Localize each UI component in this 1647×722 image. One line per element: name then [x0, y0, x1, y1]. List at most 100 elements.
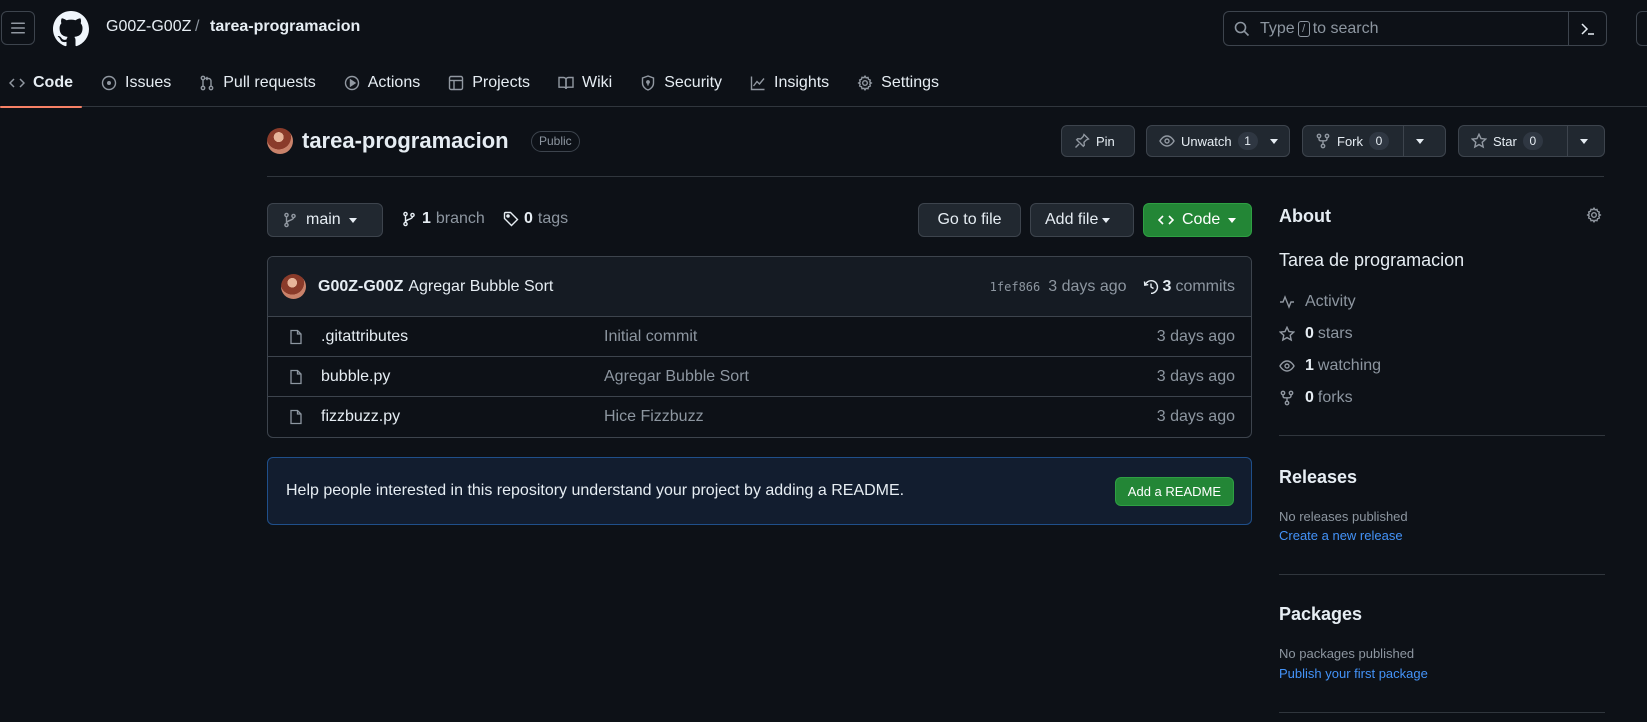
commit-count-label: commits — [1175, 278, 1235, 295]
star-icon — [1279, 326, 1295, 342]
commit-age: 3 days ago — [1048, 278, 1127, 295]
commit-author-avatar[interactable] — [281, 274, 306, 299]
code-icon — [9, 77, 25, 88]
branch-count: 1 — [422, 210, 431, 227]
file-icon — [290, 369, 302, 385]
star-icon — [1471, 133, 1487, 149]
pin-button[interactable]: Pin — [1061, 125, 1135, 157]
star-button[interactable]: Star 0 — [1458, 125, 1605, 157]
watching-count: 1 — [1305, 357, 1314, 374]
star-dropdown[interactable] — [1567, 126, 1600, 156]
watching-link[interactable]: 1 watching — [1279, 357, 1381, 375]
tab-label: Code — [33, 73, 73, 91]
terminal-icon — [1580, 22, 1594, 35]
create-release-link[interactable]: Create a new release — [1279, 528, 1403, 543]
owner-avatar[interactable] — [267, 128, 293, 154]
global-header: G00Z-G00Z / tarea-programacion Type / to… — [0, 0, 1647, 108]
forks-label: forks — [1317, 389, 1353, 406]
search-placeholder-before: Type — [1260, 19, 1295, 37]
file-name[interactable]: fizzbuzz.py — [321, 408, 400, 426]
tab-pull-requests[interactable]: Pull requests — [190, 58, 325, 107]
breadcrumb-owner[interactable]: G00Z-G00Z — [106, 18, 191, 36]
tag-label: tags — [537, 210, 569, 227]
readme-banner: Help people interested in this repositor… — [267, 457, 1252, 525]
tab-insights[interactable]: Insights — [741, 58, 838, 107]
add-file-label: Add file — [1045, 211, 1099, 228]
packages-heading[interactable]: Packages — [1279, 604, 1362, 625]
search-icon — [1234, 21, 1250, 36]
unwatch-button[interactable]: Unwatch 1 — [1146, 125, 1290, 157]
tab-label: Actions — [367, 73, 421, 91]
releases-heading[interactable]: Releases — [1279, 467, 1357, 488]
file-age: 3 days ago — [1156, 367, 1235, 385]
watching-label: watching — [1317, 357, 1382, 374]
tab-issues[interactable]: Issues — [92, 58, 180, 107]
file-name[interactable]: bubble.py — [321, 368, 390, 386]
menu-button[interactable] — [1, 11, 35, 45]
header-action-button[interactable] — [1636, 11, 1647, 46]
tab-projects[interactable]: Projects — [439, 58, 539, 107]
branch-label: branch — [435, 210, 485, 227]
commit-message[interactable]: Agregar Bubble Sort — [408, 278, 553, 296]
tab-settings[interactable]: Settings — [848, 58, 948, 107]
chevron-down-icon — [1228, 217, 1237, 223]
fork-label: Fork — [1337, 133, 1363, 149]
graph-icon — [750, 76, 765, 90]
tag-icon — [503, 211, 519, 227]
fork-button[interactable]: Fork 0 — [1302, 125, 1446, 157]
chevron-down-icon — [1269, 138, 1278, 144]
play-icon — [344, 75, 359, 90]
add-readme-button[interactable]: Add a README — [1114, 477, 1234, 506]
table-icon — [449, 75, 464, 90]
watch-count: 1 — [1237, 132, 1258, 150]
tab-code[interactable]: Code — [0, 58, 82, 108]
tab-label: Issues — [125, 73, 172, 91]
pull-request-icon — [200, 75, 214, 90]
tab-label: Security — [664, 73, 723, 91]
add-file-button[interactable]: Add file — [1030, 203, 1134, 237]
command-palette-button[interactable] — [1568, 12, 1606, 45]
hamburger-icon — [11, 22, 25, 34]
breadcrumb-repo[interactable]: tarea-programacion — [210, 18, 360, 36]
star-count: 0 — [1522, 132, 1543, 150]
commit-author[interactable]: G00Z-G00Z — [318, 278, 403, 296]
file-commit-message[interactable]: Hice Fizzbuzz — [604, 408, 704, 426]
table-row: bubble.py Agregar Bubble Sort 3 days ago — [268, 357, 1251, 397]
file-commit-message[interactable]: Agregar Bubble Sort — [604, 368, 749, 386]
commit-count: 3 — [1162, 278, 1172, 295]
divider — [1279, 574, 1605, 575]
branch-select-button[interactable]: main — [267, 203, 383, 237]
commit-sha[interactable]: 1fef866 — [990, 280, 1041, 294]
gear-icon[interactable] — [1586, 207, 1602, 223]
stars-link[interactable]: 0 stars — [1279, 325, 1353, 343]
divider — [1279, 435, 1605, 436]
repo-description: Tarea de programacion — [1279, 250, 1465, 270]
fork-icon — [1316, 133, 1330, 149]
divider — [1279, 712, 1605, 713]
tags-link[interactable]: 0 tags — [503, 210, 568, 228]
latest-commit-bar: G00Z-G00Z Agregar Bubble Sort 1fef866 3 … — [268, 257, 1251, 317]
tab-actions[interactable]: Actions — [335, 58, 429, 107]
branches-link[interactable]: 1 branch — [401, 210, 485, 228]
file-name[interactable]: .gitattributes — [321, 328, 408, 346]
git-branch-icon — [284, 212, 296, 228]
search-placeholder-after: to search — [1312, 19, 1379, 37]
tab-security[interactable]: Security — [631, 58, 731, 107]
tab-wiki[interactable]: Wiki — [549, 58, 621, 107]
go-to-file-button[interactable]: Go to file — [918, 203, 1021, 237]
eye-icon — [1159, 135, 1175, 147]
tab-label: Settings — [881, 73, 939, 91]
github-logo-icon[interactable] — [53, 11, 89, 47]
unwatch-label: Unwatch — [1181, 133, 1232, 149]
publish-package-link[interactable]: Publish your first package — [1279, 666, 1428, 681]
commits-history-link[interactable]: 3 commits — [1143, 278, 1235, 296]
fork-dropdown[interactable] — [1403, 126, 1436, 156]
code-button[interactable]: Code — [1143, 203, 1252, 237]
file-commit-message[interactable]: Initial commit — [604, 328, 697, 346]
tab-label: Wiki — [582, 73, 613, 91]
git-branch-icon — [403, 211, 415, 227]
activity-link[interactable]: Activity — [1279, 293, 1356, 311]
search-input[interactable]: Type / to search — [1223, 11, 1607, 46]
forks-link[interactable]: 0 forks — [1279, 389, 1353, 407]
repo-title[interactable]: tarea-programacion — [302, 128, 509, 154]
